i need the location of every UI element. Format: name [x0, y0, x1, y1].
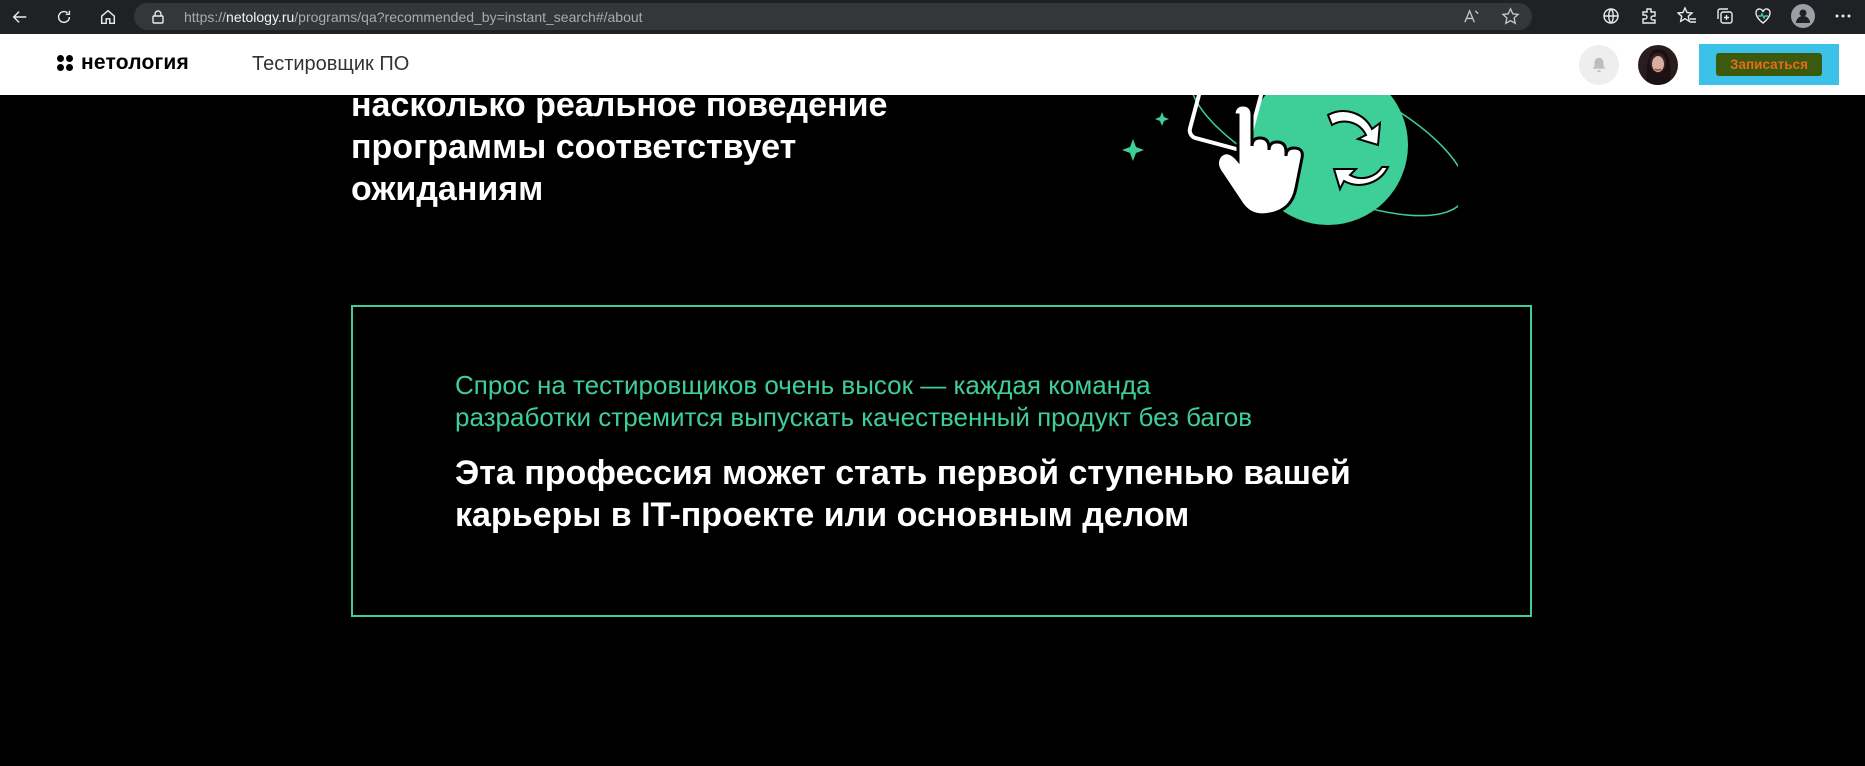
back-icon[interactable] [7, 4, 33, 30]
home-icon[interactable] [95, 4, 121, 30]
callout-subtitle: Спрос на тестировщиков очень высок — каж… [455, 369, 1375, 433]
headline-line: карьеры в IT-проекте или основным делом [455, 496, 1190, 534]
favorites-icon[interactable] [1677, 6, 1697, 26]
hero-line: программы соответствует [351, 128, 797, 166]
subtitle-line: Спрос на тестировщиков очень высок — каж… [455, 370, 1151, 400]
subtitle-line: разработки стремится выпускать качествен… [455, 402, 1253, 432]
health-icon[interactable] [1753, 6, 1773, 26]
collections-icon[interactable] [1715, 6, 1735, 26]
logo-mark-icon [57, 55, 73, 71]
callout-headline: Эта профессия может стать первой ступень… [455, 452, 1415, 536]
callout-box: Спрос на тестировщиков очень высок — каж… [351, 305, 1532, 617]
hero-line: насколько реальное поведение [351, 86, 888, 124]
favorite-star-icon[interactable] [1501, 7, 1520, 26]
url-text[interactable]: https://netology.ru/programs/qa?recommen… [184, 9, 643, 25]
logo-text: нетология [81, 51, 189, 74]
headline-line: Эта профессия может стать первой ступень… [455, 454, 1351, 492]
reload-icon[interactable] [51, 4, 77, 30]
translate-icon[interactable] [1601, 6, 1621, 26]
profile-icon[interactable] [1791, 4, 1815, 28]
hero-line: ожиданиям [351, 170, 544, 208]
testing-illustration-icon [1122, 95, 1458, 225]
course-title: Тестировщик ПО [252, 53, 410, 75]
extensions-icon[interactable] [1639, 6, 1659, 26]
site-header: нетология Тестировщик ПО Записаться [0, 34, 1865, 95]
enroll-button-label: Записаться [1716, 53, 1822, 76]
logo[interactable]: нетология [57, 51, 189, 75]
hero-text: насколько реальное поведение программы с… [351, 84, 887, 210]
lock-icon[interactable] [150, 9, 166, 25]
browser-toolbar: https://netology.ru/programs/qa?recommen… [0, 0, 1865, 34]
avatar[interactable] [1638, 45, 1678, 85]
read-aloud-icon[interactable] [1462, 7, 1481, 26]
more-icon[interactable] [1833, 6, 1853, 26]
address-bar[interactable]: https://netology.ru/programs/qa?recommen… [134, 3, 1532, 30]
enroll-button[interactable]: Записаться [1699, 44, 1839, 85]
bell-icon[interactable] [1579, 45, 1619, 85]
